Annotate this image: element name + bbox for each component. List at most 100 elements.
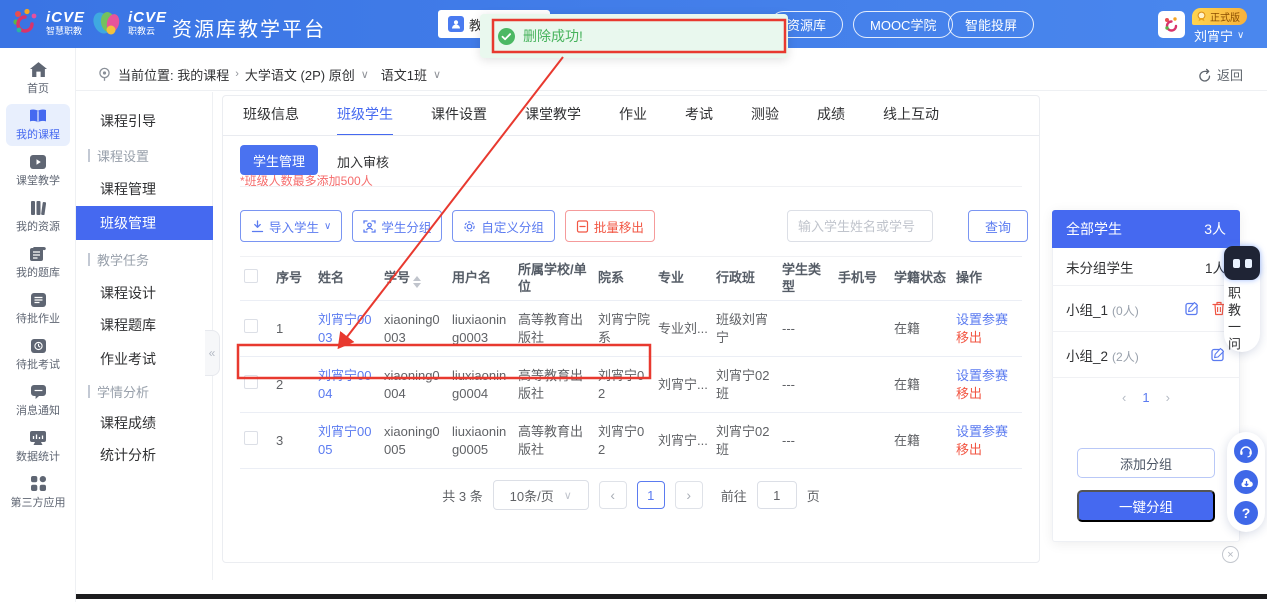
tab-exam[interactable]: 考试 [685,104,713,136]
rail-item-question-bank[interactable]: 我的题库 [6,242,70,284]
groups-prev-icon[interactable]: ‹ [1122,390,1126,405]
rail-item-classroom-teaching[interactable]: 课堂教学 [6,150,70,192]
current-page[interactable]: 1 [637,481,665,509]
import-students-button[interactable]: 导入学生 ∨ [240,210,342,242]
group-item-2[interactable]: 小组_2(2人) [1052,332,1240,378]
student-toolbar: 导入学生 ∨ 学生分组 自定义分组 批量移出 [240,210,655,242]
group-ungrouped-students[interactable]: 未分组学生 1人 [1052,248,1240,286]
batch-remove-button[interactable]: 批量移出 [565,210,655,242]
row-checkbox[interactable] [244,375,258,389]
rail-item-my-resources[interactable]: 我的资源 [6,196,70,238]
goto-page-input[interactable] [757,481,797,509]
menu-homework-exam[interactable]: 作业考试 [76,344,213,374]
customer-service-icon[interactable] [1234,439,1258,463]
menu-course-question-bank[interactable]: 课程题库 [76,310,213,340]
rail-item-pending-exams[interactable]: 待批考试 [6,334,70,376]
row-checkbox[interactable] [244,431,258,445]
breadcrumb-class[interactable]: 语文1班 [381,65,427,84]
menu-statistical-analysis[interactable]: 统计分析 [76,440,213,470]
tab-online-interaction[interactable]: 线上互动 [883,104,939,136]
top-header: iCVE 智慧职教 iCVE 职教云 资源库教学平台 教师 [0,0,1267,48]
menu-class-management[interactable]: 班级管理 [76,206,213,240]
return-arrow-icon [1198,68,1212,82]
close-float-icon[interactable]: × [1222,546,1239,563]
student-name-link[interactable]: 刘宵宁0003 [318,312,371,345]
tab-class-info[interactable]: 班级信息 [243,104,299,136]
tab-class-students[interactable]: 班级学生 [337,104,393,136]
statistics-icon [30,431,46,445]
exam-icon [31,339,46,353]
tab-classroom-teaching[interactable]: 课堂教学 [525,104,581,136]
subtab-student-management[interactable]: 学生管理 [240,145,318,175]
nav-smart-casting[interactable]: 智能投屏 [948,11,1034,38]
edit-icon[interactable] [1185,301,1200,316]
assistant-robot-icon[interactable] [1224,246,1260,280]
subtab-join-audit[interactable]: 加入审核 [337,152,389,171]
group-item-1[interactable]: 小组_1(0人) [1052,286,1240,332]
all-students-count: 3人 [1204,219,1226,239]
rail-item-pending-homework[interactable]: 待批作业 [6,288,70,330]
menu-course-guide[interactable]: 课程引导 [76,106,213,136]
tab-courseware-settings[interactable]: 课件设置 [431,104,487,136]
search-query-button[interactable]: 查询 [968,210,1028,242]
custom-grouping-button[interactable]: 自定义分组 [452,210,555,242]
student-name-link[interactable]: 刘宵宁0004 [318,368,371,401]
groups-pagination: ‹ 1 › [1052,390,1240,405]
download-cloud-icon[interactable] [1234,470,1258,494]
nav-mooc-academy[interactable]: MOOC学院 [853,11,953,38]
breadcrumb-course[interactable]: 大学语文 (2P) 原创 [245,65,355,84]
student-name-link[interactable]: 刘宵宁0005 [318,424,371,457]
groups-current-page[interactable]: 1 [1142,390,1149,405]
help-question-icon[interactable]: ? [1234,501,1258,525]
rail-item-my-courses[interactable]: 我的课程 [6,104,70,146]
homework-icon [31,293,46,307]
assistant-label[interactable]: 职教一问 [1224,286,1260,354]
back-button[interactable]: 返回 [1198,58,1243,91]
sort-icon[interactable] [413,276,421,288]
remove-link[interactable]: 移出 [956,329,1018,347]
student-search-input[interactable] [787,210,933,242]
add-group-button[interactable]: 添加分组 [1077,448,1215,478]
success-check-icon [498,28,515,45]
tab-homework[interactable]: 作业 [619,104,647,136]
remove-link[interactable]: 移出 [956,385,1018,403]
section-bar [88,253,90,266]
set-contest-link[interactable]: 设置参赛 [956,311,1018,329]
rail-item-third-party-apps[interactable]: 第三方应用 [6,472,70,514]
menu-course-grades[interactable]: 课程成绩 [76,408,213,438]
user-avatar[interactable] [1158,11,1185,38]
home-icon [30,62,47,77]
avatar-logo-icon [1163,16,1181,34]
one-click-group-button[interactable]: 一键分组 [1077,490,1215,522]
sidebar-collapse-handle[interactable]: « [205,330,220,376]
video-play-icon [30,155,46,169]
page-unit: 页 [807,486,820,505]
student-row-2: 2 刘宵宁0004 xiaoning0004 liuxiaoning0004 高… [240,357,1022,413]
menu-section-learning-analysis: 学情分析 [76,378,213,404]
tab-quiz[interactable]: 测验 [751,104,779,136]
rail-item-notifications[interactable]: 消息通知 [6,380,70,422]
set-contest-link[interactable]: 设置参赛 [956,367,1018,385]
select-all-checkbox[interactable] [244,269,258,283]
next-page-button[interactable]: › [675,481,703,509]
ungrouped-count: 1人 [1205,257,1226,277]
rail-item-home[interactable]: 首页 [6,58,70,100]
menu-course-management[interactable]: 课程管理 [76,174,213,204]
menu-course-design[interactable]: 课程设计 [76,278,213,308]
set-contest-link[interactable]: 设置参赛 [956,423,1018,441]
page-size-select[interactable]: 10条/页 ∨ [493,480,589,510]
class-caret-icon[interactable]: ∨ [433,68,441,81]
prev-page-button[interactable]: ‹ [599,481,627,509]
rail-item-data-statistics[interactable]: 数据统计 [6,426,70,468]
groups-next-icon[interactable]: › [1166,390,1170,405]
remove-doc-icon [576,220,589,233]
tab-grades[interactable]: 成绩 [817,104,845,136]
group-all-students[interactable]: 全部学生 3人 [1052,210,1240,248]
row-checkbox[interactable] [244,319,258,333]
user-menu[interactable]: 刘宵宁 ∨ [1194,26,1244,45]
shell-icon [92,7,122,39]
remove-link[interactable]: 移出 [956,441,1018,459]
student-row-1: 1 刘宵宁0003 xiaoning0003 liuxiaoning0003 高… [240,301,1022,357]
course-caret-icon[interactable]: ∨ [361,68,369,81]
student-grouping-button[interactable]: 学生分组 [352,210,442,242]
